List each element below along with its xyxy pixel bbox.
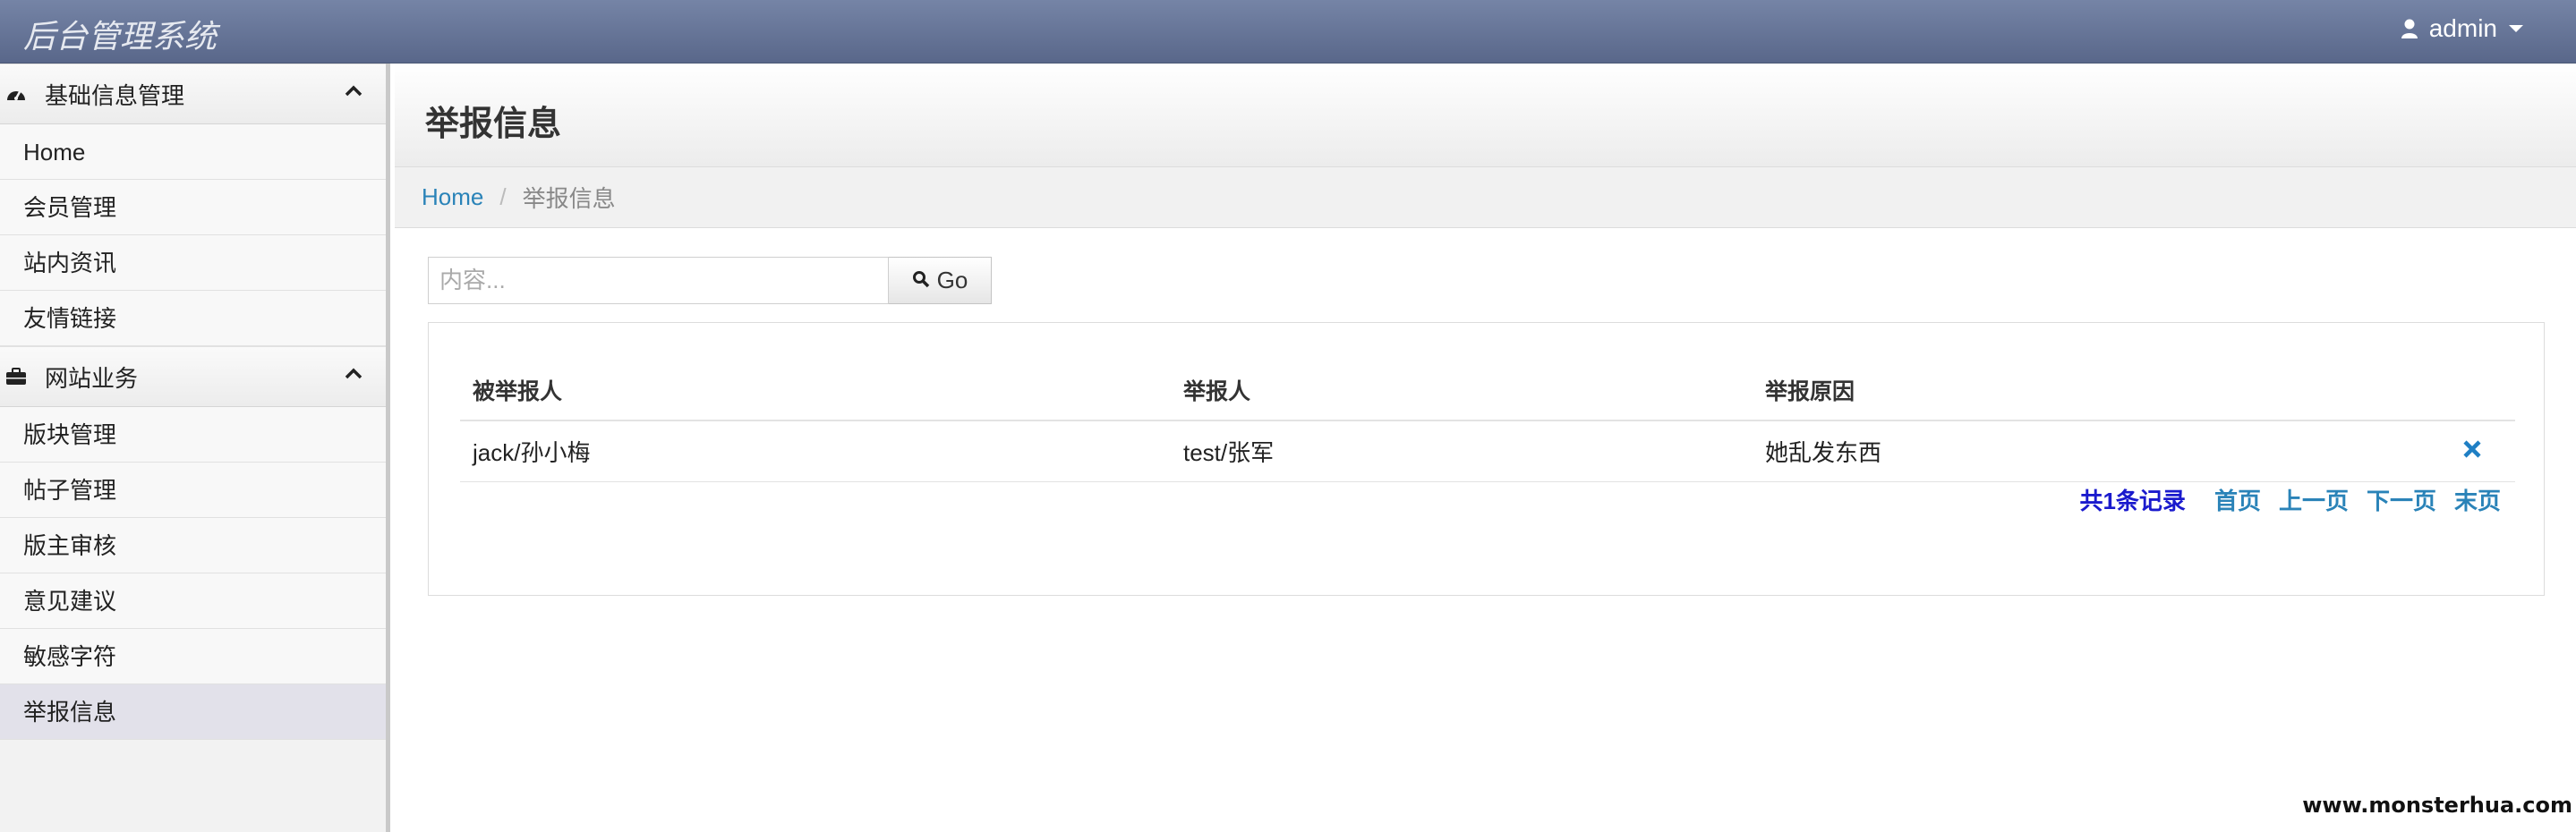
sidebar-item-reports[interactable]: 举报信息 xyxy=(0,684,386,740)
app-brand[interactable]: 后台管理系统 xyxy=(23,11,217,57)
user-icon xyxy=(2401,19,2418,38)
column-header-reporter: 举报人 xyxy=(1171,361,1753,421)
search-go-label: Go xyxy=(936,267,968,293)
page-title: 举报信息 xyxy=(425,106,562,143)
cell-reported: jack/孙小梅 xyxy=(460,420,1171,482)
sidebar-item-links[interactable]: 友情链接 xyxy=(0,291,386,346)
column-header-reason: 举报原因 xyxy=(1753,361,2417,421)
briefcase-icon xyxy=(5,365,29,388)
pagination: 共1条记录 首页 上一页 下一页 末页 xyxy=(2079,483,2501,516)
sidebar-group-basic[interactable]: 基础信息管理 xyxy=(0,64,386,124)
column-header-actions xyxy=(2417,361,2515,421)
breadcrumb-separator: / xyxy=(499,183,507,210)
sidebar-item-posts[interactable]: 帖子管理 xyxy=(0,463,386,518)
sidebar-item-feedback[interactable]: 意见建议 xyxy=(0,573,386,629)
sidebar-item-members[interactable]: 会员管理 xyxy=(0,180,386,235)
sidebar-item-news[interactable]: 站内资讯 xyxy=(0,235,386,291)
sidebar-group-business[interactable]: 网站业务 xyxy=(0,346,386,407)
sidebar-group-title: 网站业务 xyxy=(45,364,139,392)
delete-icon[interactable] xyxy=(2462,437,2482,464)
sidebar-item-moderator-review[interactable]: 版主审核 xyxy=(0,518,386,573)
watermark: www.monsterhua.com xyxy=(2302,793,2572,818)
cell-actions xyxy=(2417,420,2515,482)
table-row: jack/孙小梅 test/张军 她乱发东西 xyxy=(460,420,2515,482)
user-menu[interactable]: admin xyxy=(2401,14,2524,43)
pagination-last[interactable]: 末页 xyxy=(2454,483,2501,516)
pagination-first[interactable]: 首页 xyxy=(2214,483,2261,516)
sidebar-group-title: 基础信息管理 xyxy=(45,81,185,109)
chevron-up-icon[interactable] xyxy=(345,367,363,384)
chevron-up-icon[interactable] xyxy=(345,84,363,101)
user-name: admin xyxy=(2428,14,2497,42)
report-panel: 被举报人 举报人 举报原因 jack/孙小梅 test/张军 她乱发东西 共1条… xyxy=(428,322,2545,596)
pagination-prev[interactable]: 上一页 xyxy=(2279,483,2349,516)
pagination-total: 共1条记录 xyxy=(2079,488,2186,514)
search-form: Go xyxy=(428,257,992,304)
sidebar-item-boards[interactable]: 版块管理 xyxy=(0,407,386,463)
breadcrumb: Home / 举报信息 xyxy=(395,167,2576,228)
dashboard-icon xyxy=(5,82,29,106)
search-input[interactable] xyxy=(428,257,889,304)
top-navbar: 后台管理系统 admin xyxy=(0,0,2576,64)
breadcrumb-home-link[interactable]: Home xyxy=(422,183,483,211)
table-header-row: 被举报人 举报人 举报原因 xyxy=(460,361,2515,421)
report-table: 被举报人 举报人 举报原因 jack/孙小梅 test/张军 她乱发东西 xyxy=(460,361,2515,482)
page-header: 举报信息 xyxy=(395,64,2576,167)
caret-down-icon xyxy=(2508,23,2524,34)
cell-reporter: test/张军 xyxy=(1171,420,1753,482)
search-icon xyxy=(912,267,930,294)
pagination-next[interactable]: 下一页 xyxy=(2367,483,2436,516)
search-go-button[interactable]: Go xyxy=(889,257,992,304)
sidebar: 基础信息管理 Home 会员管理 站内资讯 友情链接 网站业务 版块管理 帖子管… xyxy=(0,64,390,832)
cell-reason: 她乱发东西 xyxy=(1753,420,2417,482)
sidebar-item-sensitive-words[interactable]: 敏感字符 xyxy=(0,629,386,684)
column-header-reported: 被举报人 xyxy=(460,361,1171,421)
sidebar-item-home[interactable]: Home xyxy=(0,124,386,180)
breadcrumb-current: 举报信息 xyxy=(522,185,616,212)
main-content: 举报信息 Home / 举报信息 Go 被举报人 举报人 举报原因 xyxy=(395,64,2576,832)
